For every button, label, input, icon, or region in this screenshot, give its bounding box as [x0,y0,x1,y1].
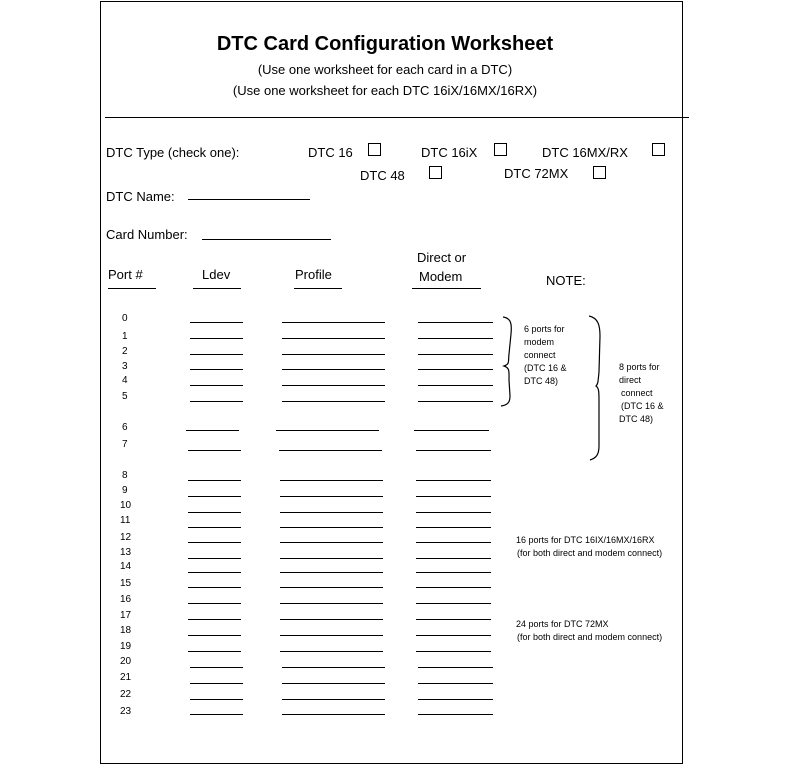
brace-direct-group [588,315,601,461]
brace-modem-group [500,316,512,407]
braces-layer [500,315,601,461]
